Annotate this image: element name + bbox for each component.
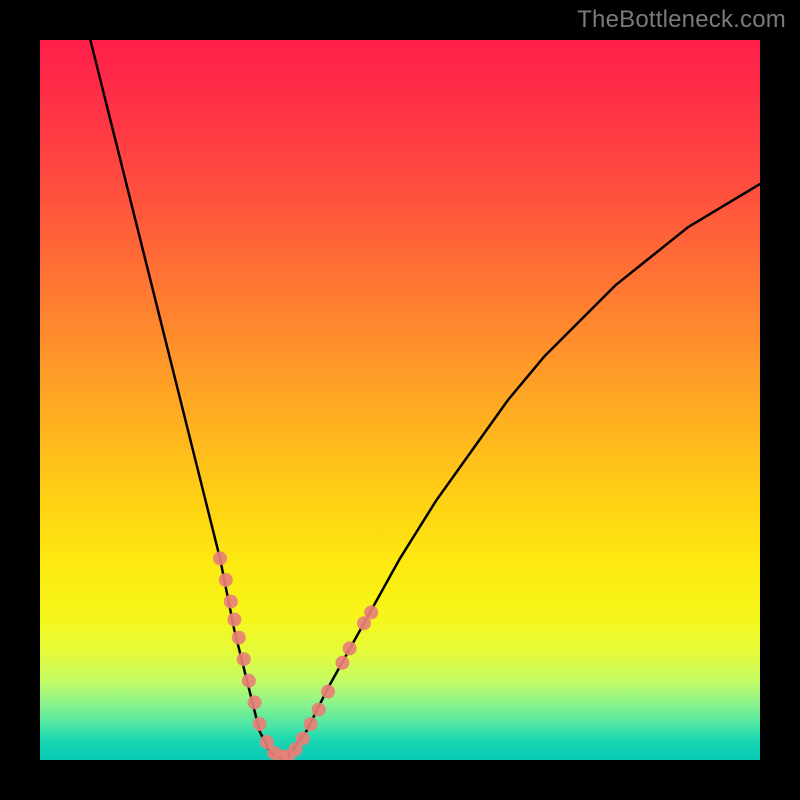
- data-point: [312, 703, 326, 717]
- chart-svg: [40, 40, 760, 760]
- data-point: [296, 731, 310, 745]
- curve-layer: [90, 40, 760, 760]
- data-point: [227, 613, 241, 627]
- data-point: [335, 656, 349, 670]
- bottleneck-curve-path: [90, 40, 760, 760]
- data-point: [343, 641, 357, 655]
- chart-frame: TheBottleneck.com: [0, 0, 800, 800]
- plot-area: [40, 40, 760, 760]
- data-point: [242, 674, 256, 688]
- data-point: [224, 595, 238, 609]
- data-point: [321, 685, 335, 699]
- data-point: [304, 717, 318, 731]
- data-point: [237, 652, 251, 666]
- data-point: [213, 551, 227, 565]
- data-point: [232, 631, 246, 645]
- data-point: [219, 573, 233, 587]
- data-point: [364, 605, 378, 619]
- data-point: [253, 717, 267, 731]
- data-point: [248, 695, 262, 709]
- marker-layer: [213, 551, 378, 760]
- watermark-text: TheBottleneck.com: [577, 6, 786, 34]
